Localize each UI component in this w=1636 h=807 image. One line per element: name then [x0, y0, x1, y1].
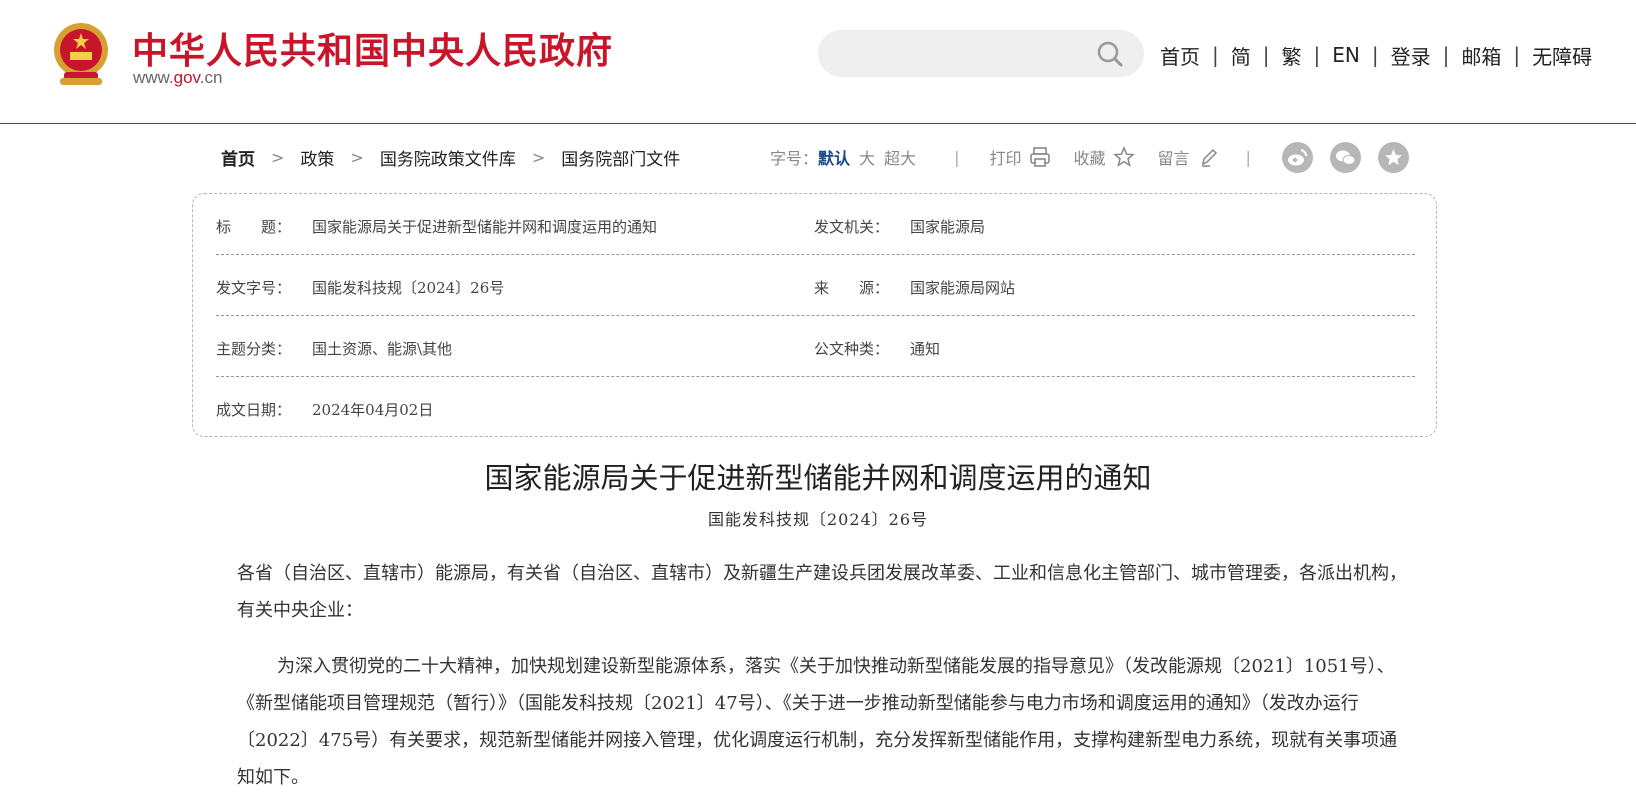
print-button[interactable]: 打印 [989, 145, 1021, 169]
article-toolbar: 字号： 默认 大 超大 | 打印 收藏 留言 | [770, 145, 1281, 169]
source-label: 来 源： [814, 279, 890, 297]
site-title[interactable]: 中华人民共和国中央人民政府 [132, 22, 613, 74]
nav-separator: | [1442, 43, 1450, 67]
star-outline-icon[interactable] [1113, 146, 1136, 168]
breadcrumb-home[interactable]: 首页 [221, 145, 255, 170]
toolbar-divider: | [1245, 147, 1251, 167]
nav-separator: | [1371, 43, 1379, 67]
nav-separator: | [1513, 43, 1521, 67]
nav-login[interactable]: 登录 [1391, 41, 1431, 70]
star-icon[interactable] [1378, 142, 1409, 173]
url-domain: gov [173, 68, 200, 87]
date-value: 2024年04月02日 [312, 401, 434, 419]
breadcrumb-department-docs[interactable]: 国务院部门文件 [561, 145, 680, 170]
font-size-label: 字号： [770, 149, 819, 168]
url-suffix: .cn [199, 68, 223, 87]
docno-value: 国能发科技规〔2024〕26号 [312, 279, 505, 297]
article-title: 国家能源局关于促进新型储能并网和调度运用的通知 [484, 461, 1152, 495]
font-size-default[interactable]: 默认 [818, 145, 850, 169]
article-paragraph: 为深入贯彻党的二十大精神，加快规划建设新型能源体系，落实《关于加快推动新型储能发… [237, 656, 1398, 788]
chevron-right-icon: > [531, 147, 546, 167]
breadcrumb-policy-library[interactable]: 国务院政策文件库 [380, 145, 516, 170]
site-url[interactable]: www.gov.cn [133, 68, 222, 88]
toolbar-divider: | [954, 147, 960, 167]
document-info-box: 标 题： 国家能源局关于促进新型储能并网和调度运用的通知 发文机关： 国家能源局… [192, 193, 1437, 437]
font-size-xlarge[interactable]: 超大 [884, 145, 916, 169]
nav-simplified[interactable]: 简 [1231, 41, 1251, 70]
nav-traditional[interactable]: 繁 [1282, 41, 1302, 70]
title-value: 国家能源局关于促进新型储能并网和调度运用的通知 [312, 218, 658, 236]
info-row-docno: 发文字号： 国能发科技规〔2024〕26号 来 源： 国家能源局网站 [216, 255, 1415, 316]
search-icon[interactable] [1096, 40, 1124, 68]
chevron-right-icon: > [271, 147, 285, 167]
chevron-right-icon: > [350, 147, 364, 167]
url-prefix: www. [133, 68, 174, 87]
nav-mail[interactable]: 邮箱 [1461, 41, 1501, 70]
issuer-value: 国家能源局 [910, 218, 986, 236]
breadcrumb: 首页 > 政策 > 国务院政策文件库 > 国务院部门文件 [221, 145, 680, 170]
article-addressee: 各省（自治区、直辖市）能源局，有关省（自治区、直辖市）及新疆生产建设兵团发展改革… [237, 563, 1407, 621]
nav-separator: | [1212, 43, 1219, 67]
docno-label: 发文字号： [216, 279, 292, 297]
favorite-button[interactable]: 收藏 [1073, 145, 1105, 169]
breadcrumb-policy[interactable]: 政策 [300, 145, 334, 170]
weibo-icon[interactable] [1282, 142, 1313, 173]
national-emblem-icon[interactable] [50, 20, 112, 88]
nav-home[interactable]: 首页 [1160, 41, 1200, 70]
site-header: 中华人民共和国中央人民政府 www.gov.cn 首页 | 简 | 繁 | EN… [0, 0, 1636, 124]
nav-english[interactable]: EN [1332, 43, 1360, 67]
source-value: 国家能源局网站 [910, 279, 1016, 297]
info-row-title: 标 题： 国家能源局关于促进新型储能并网和调度运用的通知 发文机关： 国家能源局 [216, 194, 1415, 255]
topic-value: 国土资源、能源\其他 [312, 340, 453, 358]
nav-separator: | [1313, 43, 1321, 67]
top-nav: 首页 | 简 | 繁 | EN | 登录 | 邮箱 | 无障碍 [1160, 40, 1592, 70]
type-value: 通知 [910, 340, 941, 358]
issuer-label: 发文机关： [814, 218, 890, 236]
comment-button[interactable]: 留言 [1157, 145, 1189, 169]
info-row-date: 成文日期： 2024年04月02日 [216, 377, 1415, 438]
title-label: 标 题： [216, 218, 292, 236]
info-row-topic: 主题分类： 国土资源、能源\其他 公文种类： 通知 [216, 316, 1415, 377]
type-label: 公文种类： [814, 340, 890, 358]
wechat-icon[interactable] [1330, 142, 1361, 173]
nav-accessibility[interactable]: 无障碍 [1532, 41, 1592, 70]
topic-label: 主题分类： [216, 340, 292, 358]
pencil-icon[interactable] [1198, 146, 1220, 168]
nav-separator: | [1262, 43, 1270, 67]
printer-icon[interactable] [1029, 146, 1051, 168]
article-doc-number: 国能发科技规〔2024〕26号 [707, 510, 929, 529]
date-label: 成文日期： [216, 401, 292, 419]
font-size-large[interactable]: 大 [859, 145, 875, 169]
